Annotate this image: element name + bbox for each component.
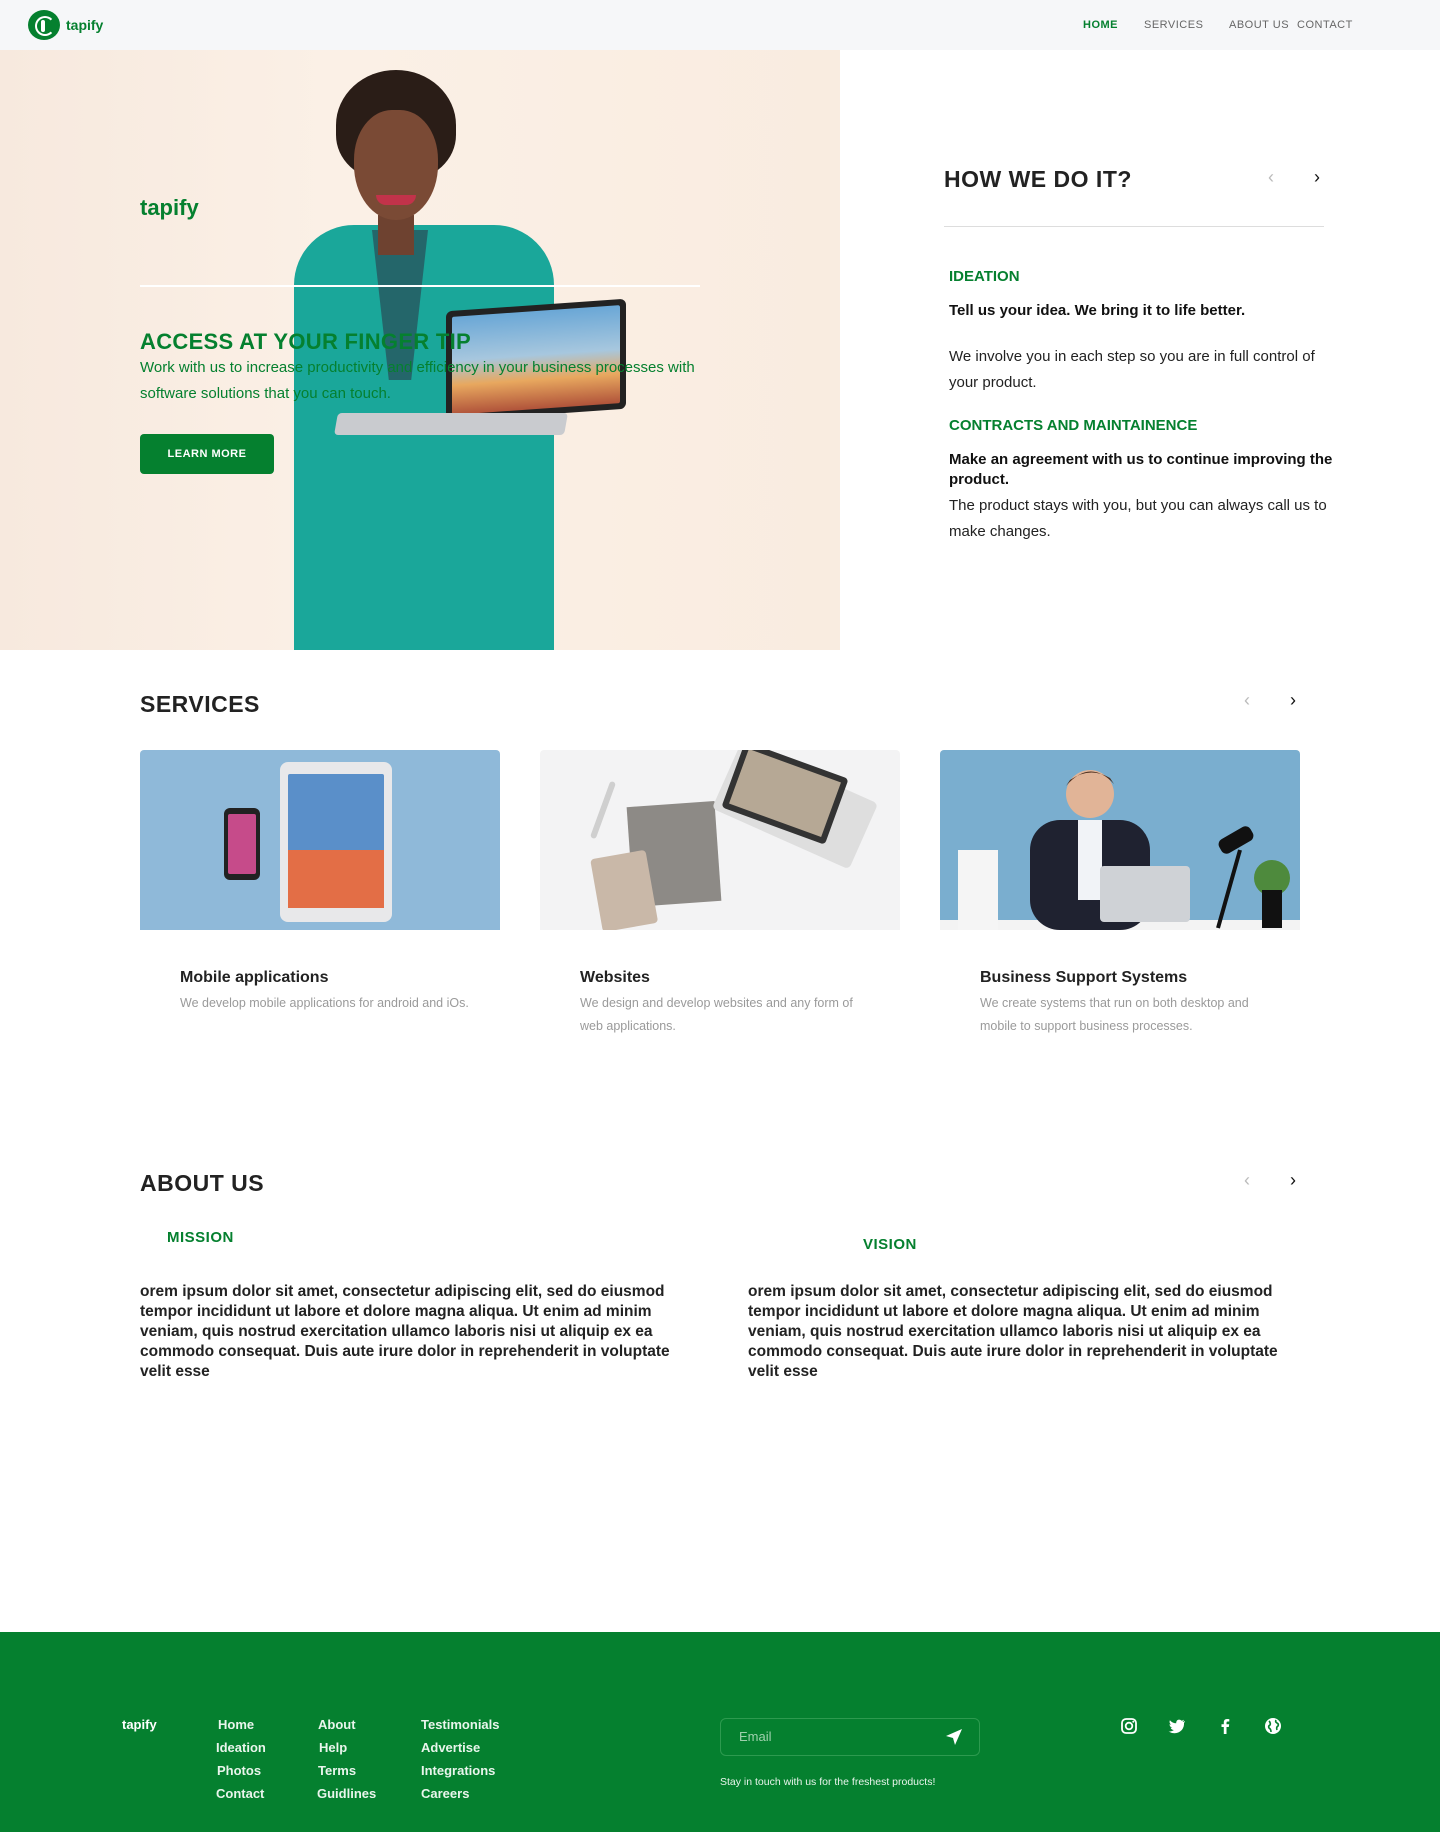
send-arrow-icon [946,1729,962,1745]
step-text-ideation: We involve you in each step so you are i… [949,348,1315,391]
tap-hand-icon [28,10,60,40]
service-title-mobile[interactable]: Mobile applications [180,969,328,987]
hero-photo-neck [378,215,414,255]
footer-link-contact[interactable]: Contact [216,1786,264,1801]
step-heading-ideation: IDEATION [949,268,1020,285]
mission-heading: MISSION [167,1229,234,1246]
laptop-desk-illustration [590,750,877,930]
newsletter-note: Stay in touch with us for the freshest p… [720,1776,936,1788]
devices-illustration [224,762,392,922]
about-title: ABOUT US [140,1170,265,1196]
globe-icon[interactable] [1263,1716,1283,1736]
about-next-arrow-icon[interactable]: › [1290,1171,1296,1189]
laptop-base [334,413,568,435]
service-title-websites[interactable]: Websites [580,969,650,987]
footer-link-home[interactable]: Home [218,1717,254,1732]
service-desc-mobile: We develop mobile applications for andro… [180,996,469,1010]
email-input[interactable] [739,1729,929,1744]
services-next-arrow-icon[interactable]: › [1290,691,1296,709]
services-title: SERVICES [140,691,260,717]
hero-photo-smile [376,195,416,205]
footer-link-help[interactable]: Help [319,1740,347,1755]
service-image-websites[interactable] [540,750,900,930]
footer-link-advertise[interactable]: Advertise [421,1740,480,1755]
footer-link-integrations[interactable]: Integrations [421,1763,495,1778]
step-strong-contracts: Make an agreement with us to continue im… [949,451,1333,488]
twitter-icon[interactable] [1167,1716,1187,1736]
footer-link-photos[interactable]: Photos [217,1763,261,1778]
service-desc-websites: We design and develop websites and any f… [580,996,853,1033]
logo-text: tapify [66,17,104,33]
nav-link-home[interactable]: HOME [1083,19,1118,31]
footer-link-guidlines[interactable]: Guidlines [317,1786,376,1801]
footer-link-terms[interactable]: Terms [318,1763,356,1778]
about-prev-arrow-icon[interactable]: ‹ [1244,1171,1250,1189]
service-title-business[interactable]: Business Support Systems [980,969,1187,987]
footer-brand: tapify [122,1717,157,1732]
footer-link-ideation[interactable]: Ideation [216,1740,266,1755]
footer-link-testimonials[interactable]: Testimonials [421,1717,500,1732]
hero-divider [140,285,700,287]
service-image-mobile[interactable] [140,750,500,930]
services-prev-arrow-icon[interactable]: ‹ [1244,691,1250,709]
hero-section: tapify ACCESS AT YOUR FINGER TIP Work wi… [0,50,840,650]
footer-link-careers[interactable]: Careers [421,1786,469,1801]
vision-heading: VISION [863,1236,917,1253]
how-divider [944,226,1324,227]
step-strong-ideation: Tell us your idea. We bring it to life b… [949,302,1246,319]
vision-text: orem ipsum dolor sit amet, consectetur a… [748,1283,1278,1380]
logo[interactable]: tapify [28,10,103,40]
how-next-arrow-icon[interactable]: › [1314,168,1320,186]
learn-more-button[interactable]: LEARN MORE [140,434,274,474]
step-text-contracts: The product stays with you, but you can … [949,497,1327,540]
service-desc-business: We create systems that run on both deskt… [980,996,1249,1033]
footer-link-about[interactable]: About [318,1717,356,1732]
nav-link-about[interactable]: ABOUT US [1229,19,1289,31]
send-button[interactable] [943,1727,965,1749]
step-heading-contracts: CONTRACTS AND MAINTAINENCE [949,417,1198,434]
facebook-icon[interactable] [1215,1716,1235,1736]
hero-title: ACCESS AT YOUR FINGER TIP [140,329,472,354]
newsletter-form [720,1718,980,1756]
footer: tapify Home Ideation Photos Contact Abou… [0,1632,1440,1832]
how-title: HOW WE DO IT? [944,166,1132,192]
how-prev-arrow-icon[interactable]: ‹ [1268,168,1274,186]
instagram-icon[interactable] [1119,1716,1139,1736]
mission-text: orem ipsum dolor sit amet, consectetur a… [140,1283,670,1380]
nav-link-services[interactable]: SERVICES [1144,19,1203,31]
businessman-illustration [940,770,1300,930]
nav-link-contact[interactable]: CONTACT [1297,19,1353,31]
hero-brand: tapify [140,195,199,220]
service-image-business[interactable] [940,750,1300,930]
hero-description: Work with us to increase productivity an… [140,359,695,402]
top-nav: tapify HOME SERVICES ABOUT US CONTACT [0,0,1440,50]
